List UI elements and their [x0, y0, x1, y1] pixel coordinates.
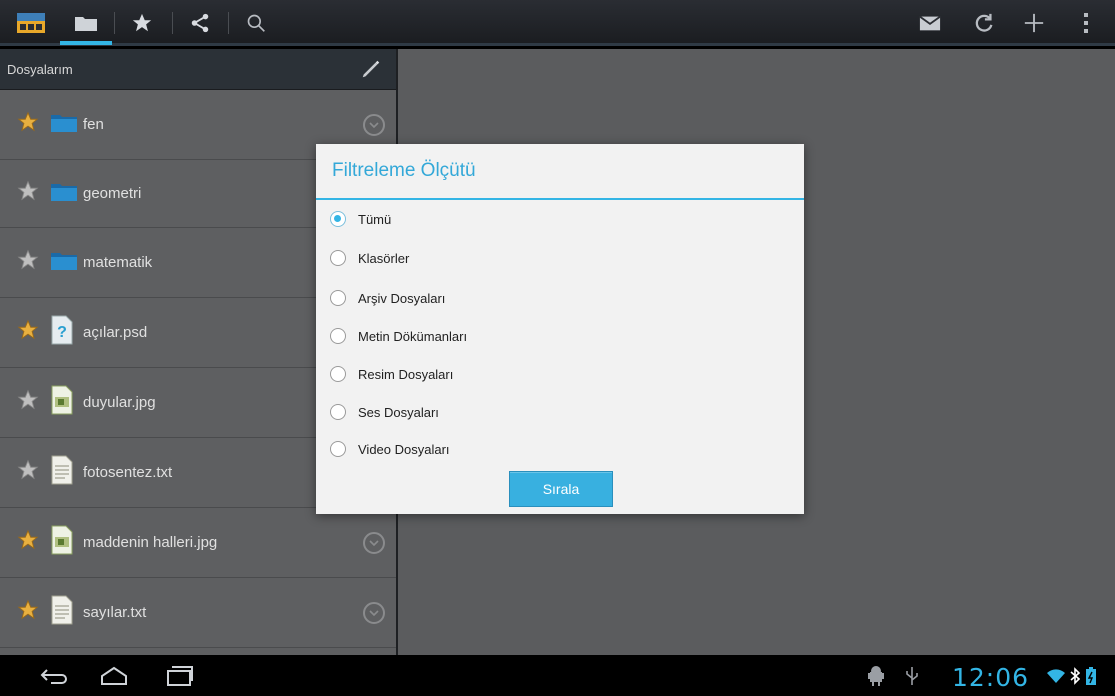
divider — [172, 12, 173, 34]
star-filled-icon[interactable] — [17, 529, 39, 556]
battery-icon — [1084, 663, 1098, 689]
wifi-icon — [1046, 663, 1066, 689]
star-empty-icon[interactable] — [17, 180, 39, 207]
star-empty-icon[interactable] — [17, 459, 39, 486]
filter-option-label: Klasörler — [358, 250, 410, 266]
filter-option[interactable]: Video Dosyaları — [330, 437, 450, 461]
divider — [228, 12, 229, 34]
file-name: açılar.psd — [83, 324, 148, 341]
radio-button[interactable] — [330, 290, 346, 306]
filter-option[interactable]: Metin Dökümanları — [330, 324, 467, 348]
file-name: sayılar.txt — [83, 604, 147, 621]
filter-option-label: Video Dosyaları — [358, 441, 450, 457]
pane-header: Dosyalarım — [0, 49, 396, 90]
radio-button[interactable] — [330, 441, 346, 457]
text-file-icon — [50, 595, 74, 630]
android-debug-icon — [864, 663, 888, 689]
file-name: fotosentez.txt — [83, 464, 173, 481]
item-menu-icon[interactable] — [363, 531, 385, 554]
filter-option[interactable]: Tümü — [330, 207, 391, 231]
file-name: maddenin halleri.jpg — [83, 534, 218, 551]
back-icon[interactable] — [34, 663, 74, 689]
unknown-file-icon: ? — [50, 315, 74, 350]
star-empty-icon[interactable] — [17, 389, 39, 416]
pane-title: Dosyalarım — [7, 61, 73, 77]
filter-option-label: Resim Dosyaları — [358, 366, 454, 382]
filter-option-label: Ses Dosyaları — [358, 404, 439, 420]
folder-icon[interactable] — [66, 0, 106, 46]
file-name: geometri — [83, 185, 142, 202]
file-name: duyular.jpg — [83, 394, 156, 411]
recent-apps-icon[interactable] — [160, 663, 200, 689]
radio-button[interactable] — [330, 250, 346, 266]
radio-button[interactable] — [330, 328, 346, 344]
folder-icon — [50, 180, 78, 207]
filter-option-label: Metin Dökümanları — [358, 328, 468, 344]
filter-option[interactable]: Klasörler — [330, 246, 409, 270]
file-list-item[interactable]: sayılar.txt — [0, 578, 396, 648]
dialog-title: Filtreleme Ölçütü — [316, 144, 804, 200]
image-file-icon — [50, 525, 74, 560]
star-icon[interactable] — [124, 0, 160, 46]
folder-icon — [50, 111, 78, 138]
radio-button[interactable] — [330, 404, 346, 420]
item-menu-icon[interactable] — [363, 601, 385, 624]
system-nav-bar: 12:06 — [0, 655, 1115, 696]
edit-icon[interactable] — [360, 58, 382, 83]
folder-icon — [50, 249, 78, 276]
app-home-icon[interactable] — [14, 0, 48, 46]
file-name: matematik — [83, 254, 153, 271]
star-filled-icon[interactable] — [17, 111, 39, 138]
star-filled-icon[interactable] — [17, 319, 39, 346]
svg-text:?: ? — [57, 324, 67, 341]
image-file-icon — [50, 385, 74, 420]
item-menu-icon[interactable] — [363, 113, 385, 136]
filter-dialog: Filtreleme Ölçütü Tümü Klasörler Arşiv Dos… — [316, 144, 804, 514]
radio-button[interactable] — [330, 366, 346, 382]
usb-icon — [900, 663, 924, 689]
star-empty-icon[interactable] — [17, 249, 39, 276]
home-icon[interactable] — [94, 663, 134, 689]
action-bar — [0, 0, 1115, 46]
filter-option[interactable]: Ses Dosyaları — [330, 400, 439, 424]
share-icon[interactable] — [182, 0, 218, 46]
mail-icon[interactable] — [912, 0, 948, 46]
overflow-menu-icon[interactable] — [1074, 0, 1098, 46]
file-list-item[interactable]: maddenin halleri.jpg — [0, 508, 396, 578]
file-name: fen — [83, 116, 104, 133]
filter-option[interactable]: Resim Dosyaları — [330, 362, 453, 386]
star-filled-icon[interactable] — [17, 599, 39, 626]
bluetooth-icon — [1068, 663, 1082, 689]
text-file-icon — [50, 455, 74, 490]
filter-option[interactable]: Arşiv Dosyaları — [330, 286, 445, 310]
divider — [114, 12, 115, 34]
radio-button[interactable] — [330, 211, 346, 227]
sort-button[interactable]: Sırala — [509, 471, 613, 507]
plus-icon[interactable] — [1016, 0, 1052, 46]
filter-option-label: Tümü — [358, 211, 392, 227]
refresh-icon[interactable] — [966, 0, 1002, 46]
search-icon[interactable] — [238, 0, 274, 46]
filter-option-label: Arşiv Dosyaları — [358, 290, 446, 306]
clock: 12:06 — [952, 663, 1030, 692]
tab-indicator — [60, 41, 112, 45]
